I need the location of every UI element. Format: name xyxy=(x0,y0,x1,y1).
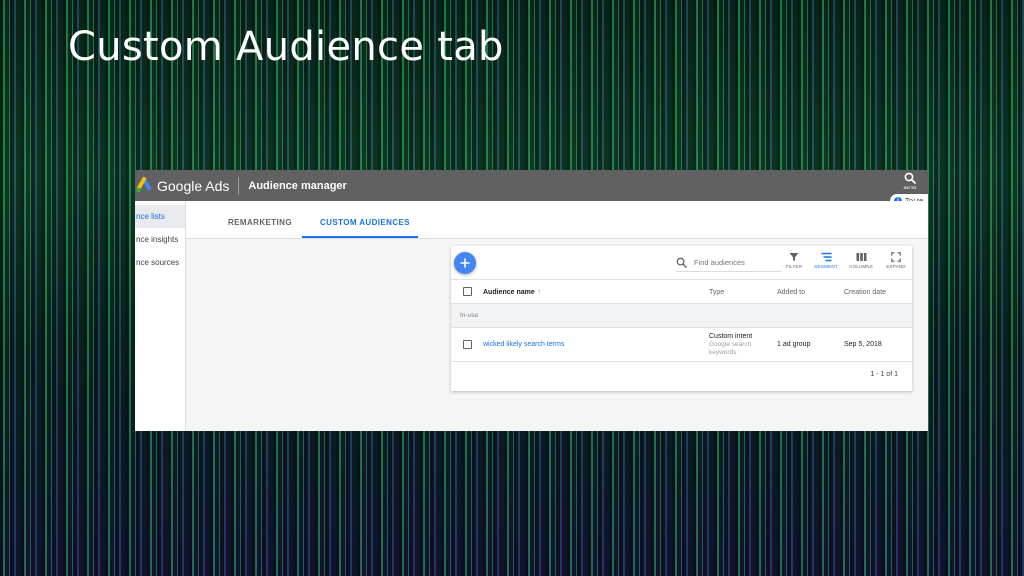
audience-type-detail: keywords xyxy=(709,349,737,356)
sidebar-item-label: nce sources xyxy=(136,258,180,267)
ads-screenshot: Google Ads Audience manager GO TO i Try … xyxy=(135,170,928,431)
table-header: Audience name ↑ Type Added to Creation d… xyxy=(451,279,912,304)
column-header-creation-date[interactable]: Creation date xyxy=(844,289,886,296)
audience-table-card: FILTER SEGMENT COLUMNS EXPAND Audience n… xyxy=(451,246,912,391)
select-all-checkbox[interactable] xyxy=(463,287,472,296)
google-ads-logo-icon xyxy=(135,176,153,195)
search-box xyxy=(676,254,781,272)
pagination-summary: 1 - 1 of 1 xyxy=(870,371,898,378)
expand-icon xyxy=(891,252,901,262)
sidebar-item-audience-lists[interactable]: nce lists xyxy=(135,205,185,228)
add-audience-button[interactable] xyxy=(454,252,476,274)
plus-icon xyxy=(460,258,470,268)
search-input[interactable] xyxy=(694,258,776,267)
columns-label: COLUMNS xyxy=(849,264,873,269)
sidebar-item-label: nce insights xyxy=(136,235,179,244)
table-row: wicked likely search terms Custom intent… xyxy=(451,328,912,362)
added-to-value: 1 ad group xyxy=(777,341,811,348)
expand-label: EXPAND xyxy=(886,264,906,269)
audience-type: Custom intent xyxy=(709,333,753,340)
filter-icon xyxy=(789,253,799,261)
header-divider xyxy=(238,176,240,195)
segment-icon xyxy=(821,252,831,262)
filter-button[interactable]: FILTER xyxy=(781,252,807,274)
group-row-in-use: In-use xyxy=(451,304,912,328)
filter-label: FILTER xyxy=(785,264,803,269)
sidebar-item-label: nce lists xyxy=(136,212,165,221)
sort-ascending-icon[interactable]: ↑ xyxy=(537,287,541,296)
slide-title: Custom Audience tab xyxy=(68,24,504,70)
search-icon xyxy=(904,172,916,184)
goto-label: GO TO xyxy=(903,185,917,190)
active-tab-indicator xyxy=(302,236,418,238)
brand-name[interactable]: Google Ads xyxy=(157,178,229,194)
audience-name-link[interactable]: wicked likely search terms xyxy=(483,341,564,348)
creation-date-value: Sep 5, 2018 xyxy=(844,341,882,348)
audience-type-detail: Google search xyxy=(709,341,752,348)
sidebar-item-audience-insights[interactable]: nce insights xyxy=(135,228,185,251)
segment-label: SEGMENT xyxy=(814,264,838,269)
expand-button[interactable]: EXPAND xyxy=(883,252,909,274)
app-header: Google Ads Audience manager GO TO xyxy=(135,170,928,201)
row-checkbox[interactable] xyxy=(463,340,472,349)
sidebar-item-audience-sources[interactable]: nce sources xyxy=(135,251,185,274)
segment-button[interactable]: SEGMENT xyxy=(813,252,839,274)
tab-remarketing[interactable]: REMARKETING xyxy=(228,218,292,227)
columns-icon xyxy=(856,253,866,261)
columns-button[interactable]: COLUMNS xyxy=(848,252,874,274)
section-title: Audience manager xyxy=(248,179,347,192)
tab-bar: REMARKETING CUSTOM AUDIENCES xyxy=(186,201,928,239)
search-icon xyxy=(676,257,687,268)
column-header-type[interactable]: Type xyxy=(709,289,724,296)
group-label: In-use xyxy=(460,312,479,319)
column-header-audience-name[interactable]: Audience name xyxy=(483,289,535,296)
sidebar: nce lists nce insights nce sources xyxy=(135,201,186,431)
tab-custom-audiences[interactable]: CUSTOM AUDIENCES xyxy=(320,218,410,227)
column-header-added-to[interactable]: Added to xyxy=(777,289,805,296)
